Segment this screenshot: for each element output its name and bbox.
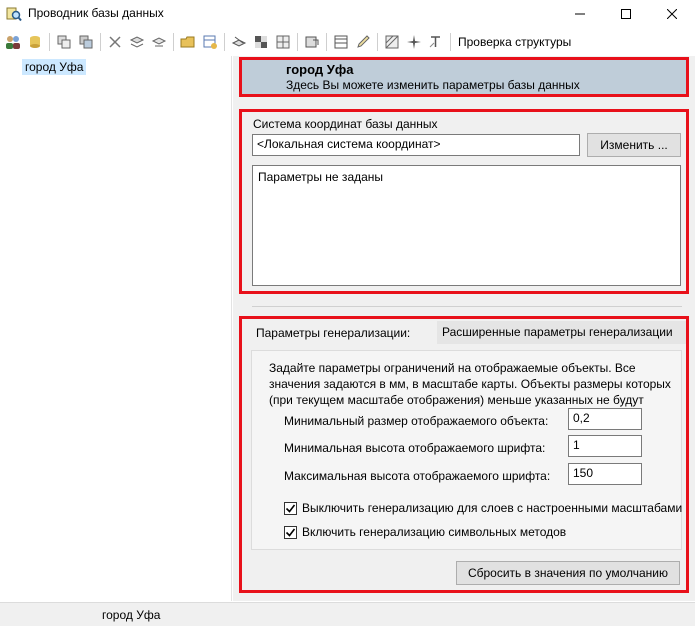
status-text: город Уфа <box>102 608 161 622</box>
table-button[interactable] <box>330 31 352 53</box>
layer-props-icon <box>231 36 247 47</box>
stack-arrows-icon <box>151 37 167 47</box>
edit-table-button[interactable] <box>199 31 221 53</box>
app-search-icon <box>6 6 22 22</box>
database-tree: город Уфа <box>0 56 232 601</box>
delete-x-icon <box>109 36 121 48</box>
status-bar: город Уфа <box>0 602 695 626</box>
highlight-header <box>239 57 689 97</box>
cross-button[interactable] <box>403 31 425 53</box>
maximize-button[interactable] <box>603 0 649 28</box>
database-user-button[interactable] <box>24 31 46 53</box>
layer-props-button[interactable] <box>228 31 250 53</box>
text-tool-button[interactable] <box>425 31 447 53</box>
table-icon <box>334 35 348 49</box>
layers-move-icon <box>79 35 93 49</box>
table-edit-icon <box>203 35 217 49</box>
highlight-coords <box>239 109 689 294</box>
title-bar: Проводник базы данных <box>0 0 695 28</box>
open-folder-button[interactable] <box>177 31 199 53</box>
crosshair-icon <box>407 35 421 49</box>
stack-icon <box>129 36 145 48</box>
highlight-generalization <box>239 316 689 593</box>
copy-layer-button[interactable] <box>53 31 75 53</box>
minimize-button[interactable] <box>557 0 603 28</box>
minimize-icon <box>575 13 585 15</box>
window-title: Проводник базы данных <box>28 6 164 20</box>
export-button[interactable] <box>301 31 323 53</box>
check-structure-button[interactable]: Проверка структуры <box>454 31 575 53</box>
hatch-icon <box>385 35 399 49</box>
section-divider <box>252 306 682 307</box>
grid-icon <box>276 35 290 49</box>
stack-arrows-button[interactable] <box>148 31 170 53</box>
hatch-button[interactable] <box>381 31 403 53</box>
stack-button[interactable] <box>126 31 148 53</box>
checker-button[interactable] <box>250 31 272 53</box>
delete-button[interactable] <box>104 31 126 53</box>
pencil-icon <box>357 35 370 48</box>
grid-button[interactable] <box>272 31 294 53</box>
folder-icon <box>180 36 195 48</box>
close-icon <box>667 9 677 19</box>
layers-icon <box>57 35 71 49</box>
users-icon <box>6 36 20 49</box>
database-icon <box>30 36 40 48</box>
checker-icon <box>255 36 267 48</box>
tree-item-city[interactable]: город Уфа <box>22 59 87 75</box>
text-tool-icon <box>429 36 440 48</box>
toolbar: Проверка структуры <box>0 30 695 54</box>
export-icon <box>305 36 319 48</box>
move-layer-button[interactable] <box>75 31 97 53</box>
maximize-icon <box>621 9 631 19</box>
users-button[interactable] <box>2 31 24 53</box>
close-button[interactable] <box>649 0 695 28</box>
pencil-button[interactable] <box>352 31 374 53</box>
